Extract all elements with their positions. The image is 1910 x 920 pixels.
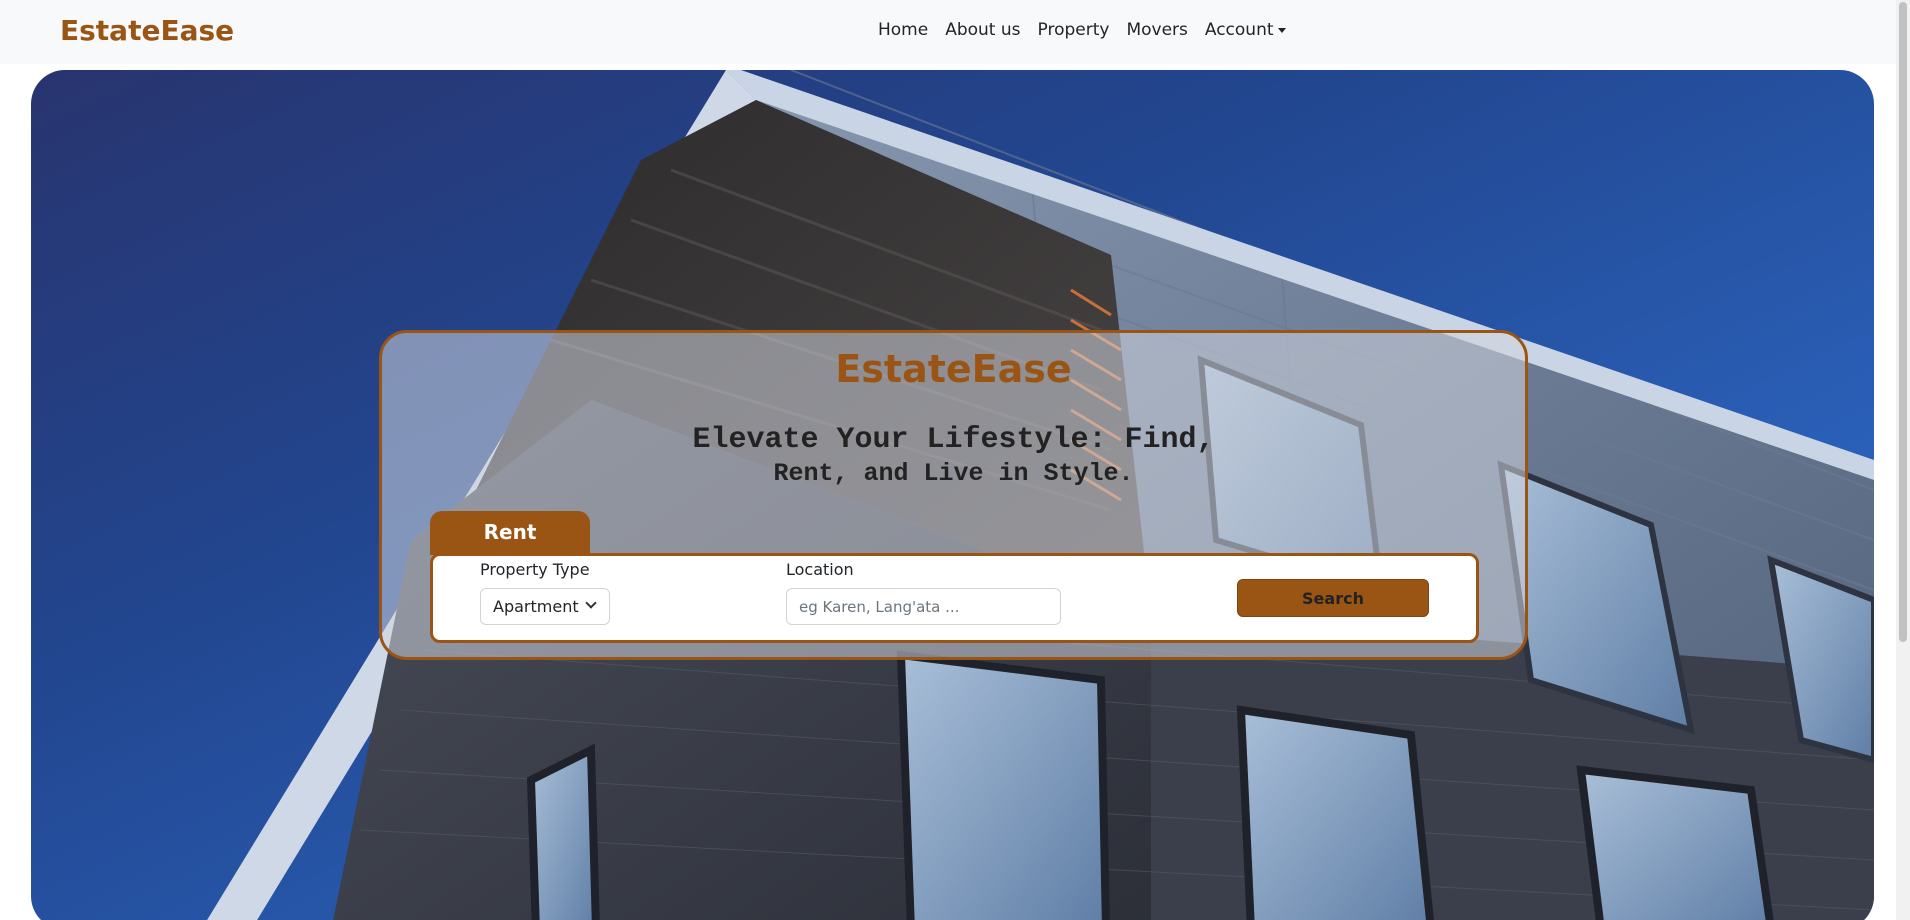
nav-link-property[interactable]: Property [1038, 20, 1110, 40]
search-panel: Property Type Apartment Location Search [430, 553, 1479, 643]
card-tagline: Elevate Your Lifestyle: Find, Rent, and … [382, 423, 1525, 491]
nav-link-about[interactable]: About us [945, 20, 1020, 40]
chevron-down-icon [585, 597, 597, 609]
location-label: Location [786, 560, 854, 579]
nav-link-home[interactable]: Home [878, 20, 928, 40]
nav-link-movers[interactable]: Movers [1126, 20, 1187, 40]
nav-account-label: Account [1204, 20, 1274, 40]
nav-account-dropdown[interactable]: Account [1205, 20, 1286, 40]
scrollbar-thumb[interactable] [1899, 2, 1907, 642]
hero-banner: EstateEase Elevate Your Lifestyle: Find,… [31, 70, 1874, 920]
navbar: EstateEase Home About us Property Movers… [0, 0, 1910, 64]
tagline-line-1: Elevate Your Lifestyle: Find, [692, 423, 1215, 457]
property-type-label: Property Type [480, 560, 590, 579]
tab-rent[interactable]: Rent [430, 511, 590, 555]
page-scrollbar[interactable] [1896, 0, 1910, 920]
caret-down-icon [1277, 27, 1286, 33]
brand-logo[interactable]: EstateEase [60, 14, 234, 47]
location-input[interactable] [786, 588, 1061, 625]
tagline-line-2: Rent, and Live in Style. [773, 459, 1134, 488]
search-card: EstateEase Elevate Your Lifestyle: Find,… [379, 330, 1528, 660]
property-type-select[interactable]: Apartment [480, 588, 610, 625]
search-button[interactable]: Search [1237, 579, 1429, 617]
nav-links: Home About us Property Movers Account [878, 20, 1286, 40]
card-title: EstateEase [835, 347, 1072, 391]
property-type-value: Apartment [493, 597, 579, 616]
